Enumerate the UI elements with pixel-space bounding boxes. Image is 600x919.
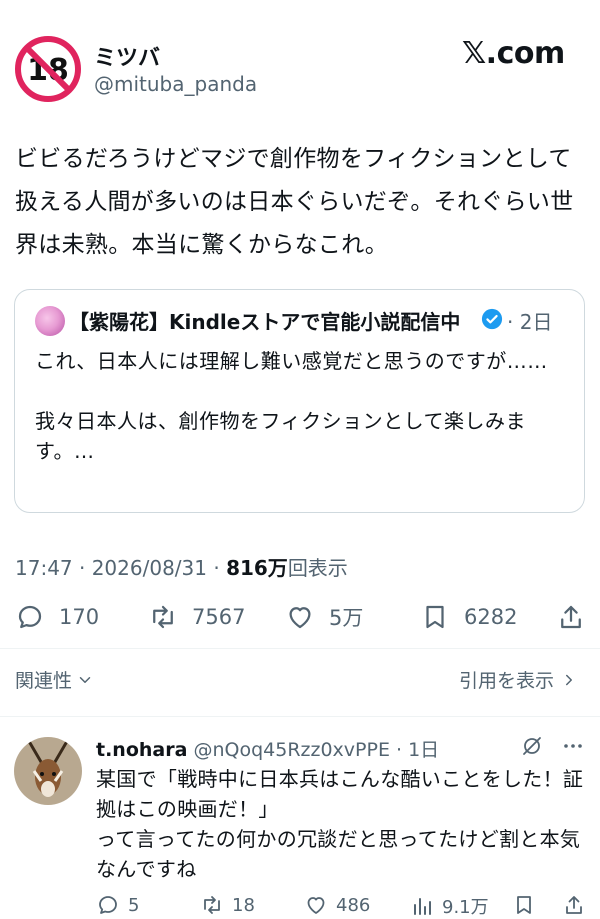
site-brand: 𝕏.com (462, 36, 565, 71)
post-timestamp[interactable]: 17:47 · 2026/08/31 · (15, 556, 226, 580)
repost-count: 7567 (192, 605, 246, 629)
author-display-name[interactable]: ミツバ (94, 40, 160, 72)
reply-views-button[interactable]: 9.1万 (410, 893, 489, 919)
share-icon (561, 605, 581, 629)
reply-count: 170 (59, 605, 100, 629)
muted-conversation-icon[interactable] (520, 734, 544, 758)
bookmark-button[interactable]: 6282 (420, 600, 517, 634)
like-button[interactable]: 5万 (285, 600, 363, 634)
reply-repost-count: 18 (232, 894, 255, 916)
sort-relevance-label: 関連性 (15, 670, 73, 692)
reply-like-count: 486 (336, 894, 371, 916)
view-count: 816万 (226, 556, 288, 580)
reply-like-button[interactable]: 486 (304, 893, 370, 917)
quoted-timestamp: · 2日 (507, 310, 553, 334)
divider (0, 648, 600, 649)
bookmark-icon (517, 896, 531, 914)
reply-icon (99, 896, 117, 914)
animal-avatar-image (14, 737, 82, 805)
reply-reply-button[interactable]: 5 (96, 893, 139, 917)
bookmark-count: 6282 (464, 605, 518, 629)
reply-icon (18, 605, 42, 629)
author-avatar[interactable]: 18 (15, 36, 81, 102)
reply-handle-time[interactable]: @nQoq45Rzz0xvPPE · 1日 (187, 739, 439, 761)
repost-icon (153, 605, 173, 629)
reply-bookmark-button[interactable] (512, 893, 544, 917)
chevron-down-icon (79, 676, 91, 683)
bookmark-icon (426, 605, 444, 629)
quoted-post-card[interactable]: 【紫陽花】Kindleストアで官能小説配信中 · 2日 これ、日本人には理解し難… (14, 289, 585, 513)
verified-badge-icon (481, 308, 503, 330)
post-text: ビビるだろうけどマジで創作物をフィクションとして扱える人間が多いのは日本ぐらいだ… (15, 146, 574, 258)
reply-reply-count: 5 (128, 894, 140, 916)
quoted-author-name: 【紫陽花】Kindleストアで官能小説配信中 (69, 310, 461, 334)
post-meta: 17:47 · 2026/08/31 · 816万回表示 (15, 552, 348, 581)
reply-button[interactable]: 170 (15, 600, 99, 634)
chevron-right-icon (566, 674, 573, 685)
like-count: 5万 (329, 606, 364, 630)
share-icon (566, 896, 582, 914)
reply-header: t.nohara @nQoq45Rzz0xvPPE · 1日 (96, 735, 439, 762)
heart-icon (307, 897, 325, 914)
view-quotes-label: 引用を表示 (459, 670, 555, 692)
share-button[interactable] (556, 600, 600, 634)
heart-icon (289, 607, 311, 629)
more-options-icon[interactable] (561, 734, 585, 758)
reply-author-name[interactable]: t.nohara (96, 739, 187, 761)
divider (0, 716, 600, 717)
repost-icon (204, 896, 220, 914)
sort-relevance-dropdown[interactable]: 関連性 (15, 666, 94, 693)
view-label: 回表示 (287, 556, 348, 580)
author-handle[interactable]: @mituba_panda (94, 72, 257, 96)
reply-author-avatar[interactable] (14, 737, 82, 805)
view-quotes-link[interactable]: 引用を表示 (459, 666, 578, 693)
quoted-avatar (35, 306, 65, 336)
reply-share-button[interactable] (562, 893, 594, 917)
reply-repost-button[interactable]: 18 (200, 893, 255, 917)
repost-button[interactable]: 7567 (148, 600, 245, 634)
age-restriction-icon: 18 (15, 36, 81, 102)
reply-text: 某国で「戦時中に日本兵はこんな酷いことをした！証拠はこの映画だ！」 って言ってた… (96, 767, 584, 881)
quoted-text: これ、日本人には理解し難い感覚だと思うのですが…… 我々日本人は、創作物をフィク… (35, 349, 548, 463)
reply-view-count: 9.1万 (442, 897, 489, 918)
analytics-icon (414, 898, 431, 915)
